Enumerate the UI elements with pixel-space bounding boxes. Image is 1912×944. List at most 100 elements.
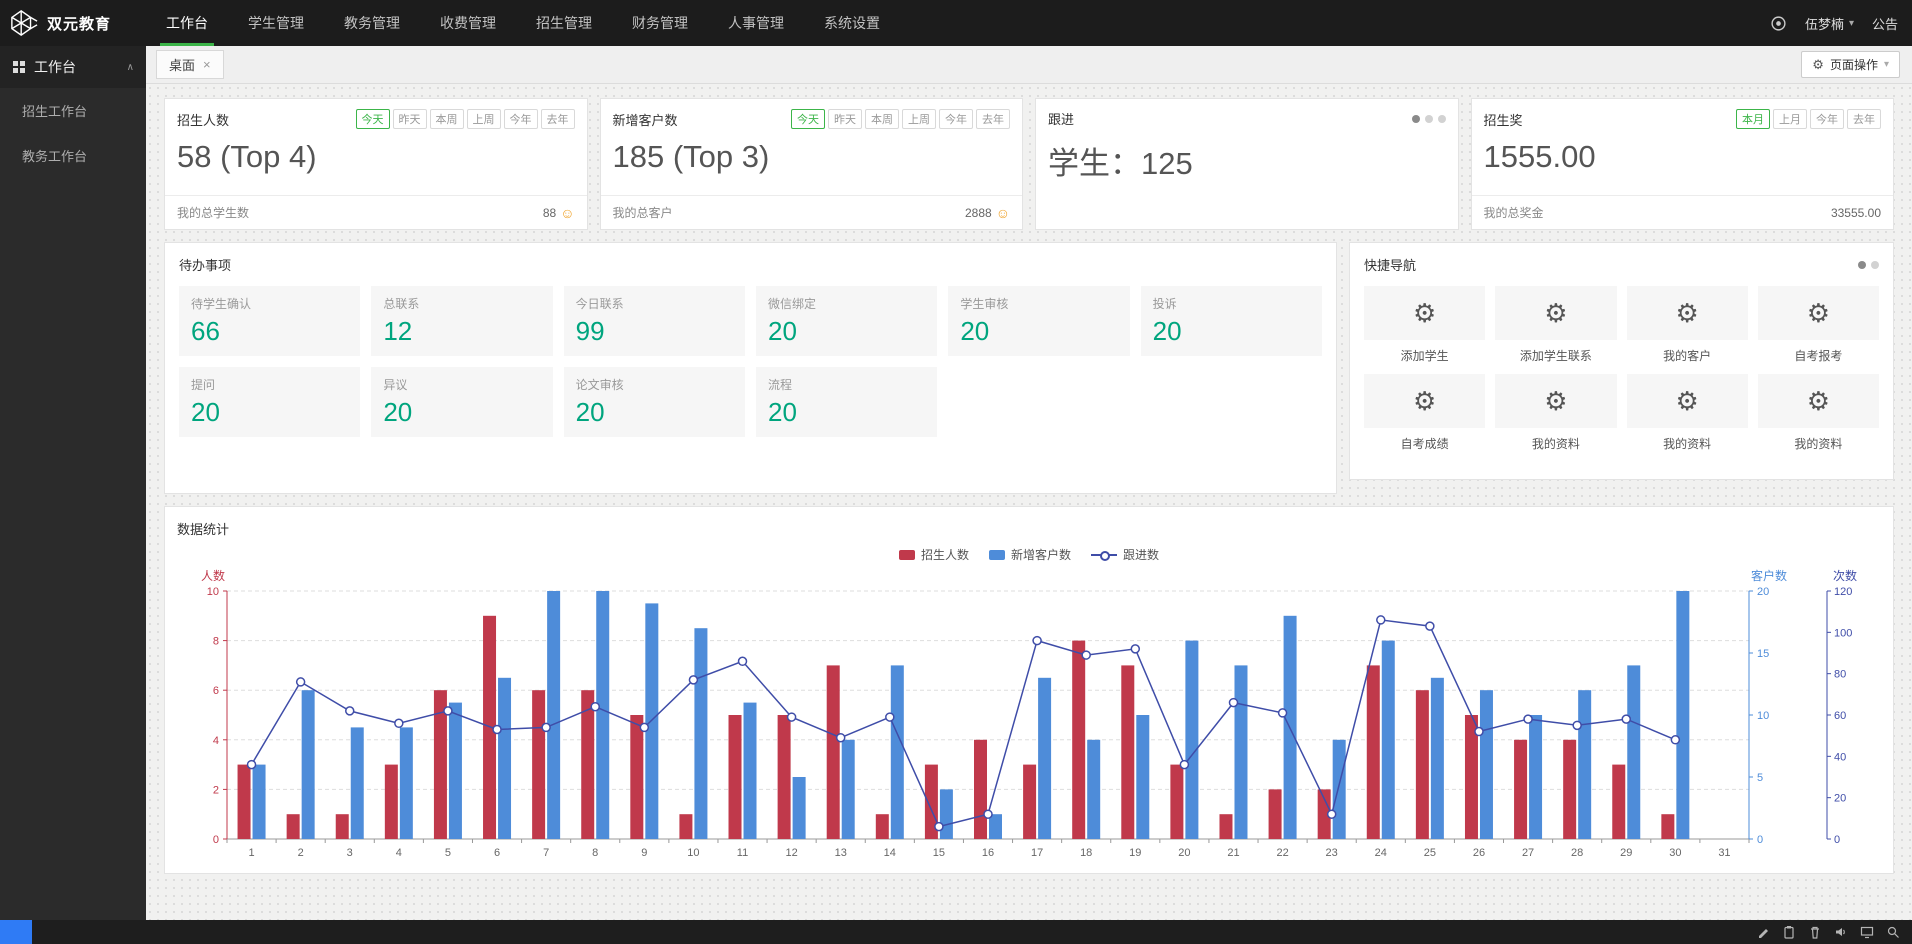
bar-enrollment[interactable]: [238, 765, 251, 839]
topnav-item-student-management[interactable]: 学生管理: [228, 0, 324, 46]
bar-new-customers[interactable]: [1431, 678, 1444, 839]
filter-pill[interactable]: 本周: [430, 109, 464, 129]
bar-new-customers[interactable]: [694, 628, 707, 839]
bar-new-customers[interactable]: [1480, 690, 1493, 839]
bar-enrollment[interactable]: [532, 690, 545, 839]
legend-enrollment[interactable]: 招生人数: [899, 546, 969, 563]
line-marker[interactable]: [1082, 651, 1090, 659]
line-marker[interactable]: [1229, 699, 1237, 707]
pencil-icon[interactable]: [1756, 925, 1770, 939]
todo-item-thesis-review[interactable]: 论文审核20: [564, 367, 745, 437]
filter-pill[interactable]: 今年: [1810, 109, 1844, 129]
quicknav-my-profile-2[interactable]: ⚙我的资料: [1627, 374, 1748, 452]
bar-enrollment[interactable]: [974, 740, 987, 839]
topnav-item-workbench[interactable]: 工作台: [146, 0, 228, 46]
bar-new-customers[interactable]: [1676, 591, 1689, 839]
carousel-dot[interactable]: [1425, 115, 1433, 123]
line-marker[interactable]: [1671, 736, 1679, 744]
line-marker[interactable]: [542, 723, 550, 731]
monitor-icon[interactable]: [1860, 925, 1874, 939]
filter-pill[interactable]: 去年: [541, 109, 575, 129]
quicknav-my-customers[interactable]: ⚙我的客户: [1627, 286, 1748, 364]
line-marker[interactable]: [493, 725, 501, 733]
bar-new-customers[interactable]: [891, 665, 904, 839]
bar-new-customers[interactable]: [400, 727, 413, 839]
line-marker[interactable]: [935, 823, 943, 831]
line-marker[interactable]: [837, 734, 845, 742]
topnav-item-fee-management[interactable]: 收费管理: [420, 0, 516, 46]
line-marker[interactable]: [689, 676, 697, 684]
trash-icon[interactable]: [1808, 925, 1822, 939]
line-marker[interactable]: [1279, 709, 1287, 717]
bar-new-customers[interactable]: [744, 703, 757, 839]
filter-pill[interactable]: 今天: [356, 109, 390, 129]
bar-new-customers[interactable]: [842, 740, 855, 839]
filter-pill[interactable]: 今天: [791, 109, 825, 129]
bar-enrollment[interactable]: [1514, 740, 1527, 839]
support-icon[interactable]: [1770, 15, 1787, 32]
filter-pill[interactable]: 本月: [1736, 109, 1770, 129]
speaker-icon[interactable]: [1834, 925, 1848, 939]
filter-pill[interactable]: 今年: [939, 109, 973, 129]
todo-item-pending-student-confirmation[interactable]: 待学生确认66: [179, 286, 360, 356]
line-marker[interactable]: [248, 761, 256, 769]
line-marker[interactable]: [886, 713, 894, 721]
bar-enrollment[interactable]: [1367, 665, 1380, 839]
line-marker[interactable]: [1475, 728, 1483, 736]
line-marker[interactable]: [297, 678, 305, 686]
todo-item-total-contacts[interactable]: 总联系12: [371, 286, 552, 356]
bar-new-customers[interactable]: [1234, 665, 1247, 839]
line-marker[interactable]: [1180, 761, 1188, 769]
bar-enrollment[interactable]: [630, 715, 643, 839]
todo-item-complaints[interactable]: 投诉20: [1141, 286, 1322, 356]
bar-enrollment[interactable]: [679, 814, 692, 839]
search-icon[interactable]: [1886, 925, 1900, 939]
bar-new-customers[interactable]: [498, 678, 511, 839]
bar-new-customers[interactable]: [253, 765, 266, 839]
bar-new-customers[interactable]: [645, 603, 658, 839]
topnav-item-academic-management[interactable]: 教务管理: [324, 0, 420, 46]
bar-new-customers[interactable]: [1136, 715, 1149, 839]
bar-enrollment[interactable]: [1612, 765, 1625, 839]
carousel-dot[interactable]: [1438, 115, 1446, 123]
topnav-item-admission-management[interactable]: 招生管理: [516, 0, 612, 46]
todo-item-objections[interactable]: 异议20: [371, 367, 552, 437]
line-marker[interactable]: [739, 657, 747, 665]
bar-enrollment[interactable]: [778, 715, 791, 839]
user-menu[interactable]: 伍梦楠 ▾: [1805, 14, 1854, 33]
line-marker[interactable]: [346, 707, 354, 715]
bar-new-customers[interactable]: [351, 727, 364, 839]
filter-pill[interactable]: 今年: [504, 109, 538, 129]
filter-pill[interactable]: 昨天: [828, 109, 862, 129]
bar-enrollment[interactable]: [1661, 814, 1674, 839]
taskbar-blue-widget[interactable]: [0, 920, 32, 944]
announcement-link[interactable]: 公告: [1872, 14, 1898, 33]
bar-enrollment[interactable]: [385, 765, 398, 839]
bar-new-customers[interactable]: [547, 591, 560, 839]
topnav-item-hr-management[interactable]: 人事管理: [708, 0, 804, 46]
line-marker[interactable]: [591, 703, 599, 711]
line-marker[interactable]: [395, 719, 403, 727]
bar-enrollment[interactable]: [1023, 765, 1036, 839]
bar-new-customers[interactable]: [1627, 665, 1640, 839]
filter-pill[interactable]: 上周: [902, 109, 936, 129]
line-marker[interactable]: [788, 713, 796, 721]
todo-item-process[interactable]: 流程20: [756, 367, 937, 437]
bar-new-customers[interactable]: [1529, 715, 1542, 839]
bar-enrollment[interactable]: [1563, 740, 1576, 839]
topnav-item-system-settings[interactable]: 系统设置: [804, 0, 900, 46]
filter-pill[interactable]: 昨天: [393, 109, 427, 129]
close-icon[interactable]: ×: [203, 57, 211, 72]
filter-pill[interactable]: 去年: [1847, 109, 1881, 129]
filter-pill[interactable]: 去年: [976, 109, 1010, 129]
bar-enrollment[interactable]: [827, 665, 840, 839]
bar-enrollment[interactable]: [876, 814, 889, 839]
clipboard-icon[interactable]: [1782, 925, 1796, 939]
quicknav-self-exam-registration[interactable]: ⚙自考报考: [1758, 286, 1879, 364]
filter-pill[interactable]: 本周: [865, 109, 899, 129]
bar-enrollment[interactable]: [1121, 665, 1134, 839]
todo-item-today-contacts[interactable]: 今日联系99: [564, 286, 745, 356]
line-marker[interactable]: [984, 810, 992, 818]
legend-new-customers[interactable]: 新增客户数: [989, 546, 1071, 563]
todo-item-wechat-binding[interactable]: 微信绑定20: [756, 286, 937, 356]
